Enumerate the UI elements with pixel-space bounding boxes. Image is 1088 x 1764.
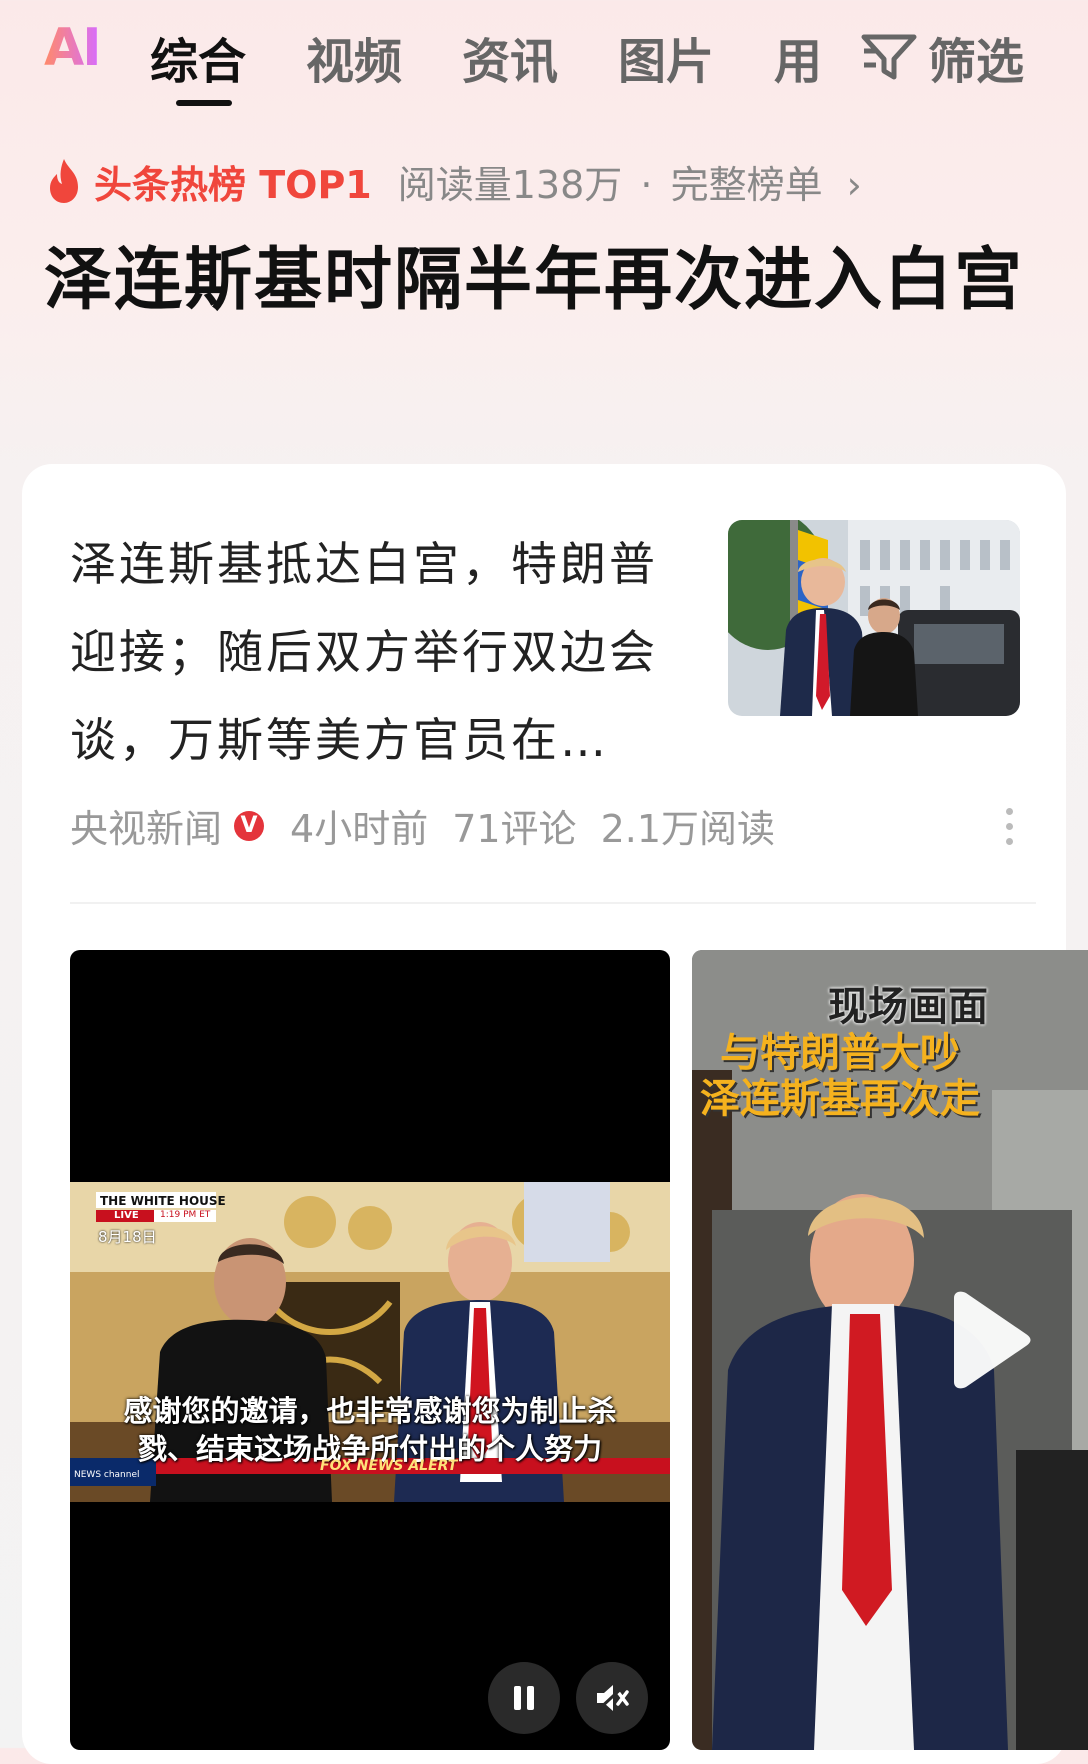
channel-tag: THE WHITE HOUSE [100, 1194, 226, 1208]
hot-list-label: 头条热榜 TOP1 [94, 162, 372, 207]
card-divider [70, 902, 1036, 904]
tab-news[interactable]: 资讯 [462, 22, 558, 92]
live-tag: LIVE [114, 1210, 139, 1221]
subtitle-line-1: 感谢您的邀请，也非常感谢您为制止杀 [123, 1394, 617, 1428]
video-frame: THE WHITE HOUSE LIVE 1:19 PM ET 8月18日 感谢… [70, 1182, 670, 1502]
hot-list-meta[interactable]: 阅读量138万 · 完整榜单 › [398, 154, 862, 209]
hot-list-bar[interactable]: 头条热榜 TOP1 阅读量138万 · 完整榜单 › [44, 154, 862, 209]
video-player[interactable]: THE WHITE HOUSE LIVE 1:19 PM ET 8月18日 感谢… [70, 950, 670, 1750]
more-icon[interactable] [1006, 808, 1016, 845]
play-icon[interactable] [942, 1290, 1032, 1390]
mute-icon [595, 1683, 629, 1713]
publish-time: 4小时前 [290, 807, 429, 851]
article-meta: 央视新闻 V 4小时前 71评论 2.1万阅读 [70, 798, 775, 853]
page-headline[interactable]: 泽连斯基时隔半年再次进入白宫 [44, 232, 1044, 330]
comment-count: 71评论 [452, 807, 577, 851]
full-list-link[interactable]: 完整榜单 [671, 163, 823, 207]
overlay-line-3: 泽连斯基再次走 [700, 1076, 980, 1122]
read-count: 2.1万阅读 [600, 807, 775, 851]
filter-icon [861, 34, 917, 80]
filter-button[interactable]: 筛选 [860, 22, 1024, 92]
news-channel-logo: NEWS channel [74, 1470, 140, 1480]
mute-button[interactable] [576, 1662, 648, 1734]
article-summary[interactable]: 泽连斯基抵达白宫，特朗普迎接；随后双方举行双边会谈，万斯等美方官员在场…… [70, 520, 670, 784]
source-name[interactable]: 央视新闻 [70, 798, 222, 853]
tab-user[interactable]: 用 [774, 22, 822, 92]
pause-button[interactable] [488, 1662, 560, 1734]
active-tab-indicator [176, 100, 232, 106]
search-tab-bar: AI 综合 视频 资讯 图片 用 筛选 [0, 0, 1088, 110]
hot-read-count: 阅读量138万 [397, 162, 623, 207]
news-alert-bar: FOX NEWS ALERT [320, 1458, 458, 1474]
date-tag: 8月18日 [98, 1228, 157, 1246]
separator: · [640, 162, 653, 207]
verified-icon: V [234, 810, 265, 841]
time-tag: 1:19 PM ET [160, 1210, 211, 1220]
ai-tab[interactable]: AI [44, 18, 102, 78]
article-thumbnail[interactable] [728, 520, 1020, 716]
video-card-2[interactable]: 现场画面 与特朗普大吵 泽连斯基再次走 [692, 950, 1088, 1750]
chevron-right-icon: › [846, 162, 862, 207]
filter-label: 筛选 [928, 34, 1025, 90]
flame-icon [50, 159, 78, 203]
tab-video[interactable]: 视频 [306, 22, 402, 92]
tab-comprehensive[interactable]: 综合 [150, 22, 246, 92]
news-card: 泽连斯基抵达白宫，特朗普迎接；随后双方举行双边会谈，万斯等美方官员在场…… [22, 464, 1088, 1764]
thumbnail-scene-image [728, 520, 1020, 716]
tab-images[interactable]: 图片 [618, 22, 714, 92]
pause-icon [514, 1686, 534, 1710]
